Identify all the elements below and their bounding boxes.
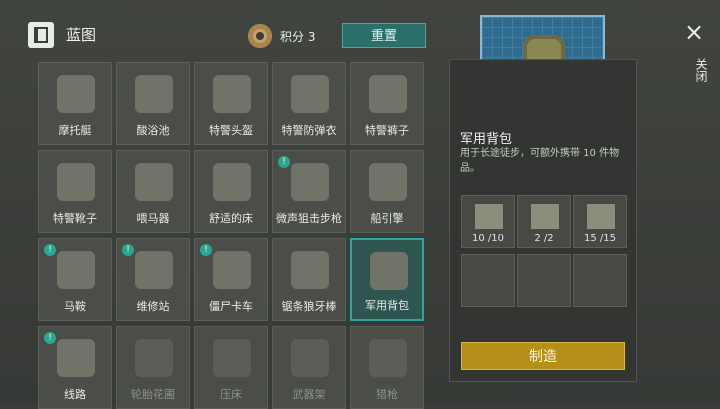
material-slot: 2 /2 (517, 195, 571, 248)
close-icon[interactable]: × (680, 18, 708, 46)
tub-icon (135, 75, 173, 113)
item-label: 锯条狼牙棒 (281, 300, 337, 313)
blueprint-item[interactable]: 轮胎花圃 (116, 326, 190, 409)
backpack-icon (370, 252, 408, 290)
points-icon (248, 24, 272, 48)
mace-icon (291, 251, 329, 289)
item-label: 猎枪 (376, 388, 398, 401)
cloth-icon (475, 204, 503, 229)
blueprint-item[interactable]: 军用背包 (350, 238, 424, 321)
blueprint-item[interactable]: 武器架 (272, 326, 346, 409)
blueprint-item[interactable]: ! 微声狙击步枪 (272, 150, 346, 233)
alert-icon: ! (122, 244, 134, 256)
blueprint-item[interactable]: 摩托艇 (38, 62, 112, 145)
item-label: 特警防弹衣 (281, 124, 337, 137)
item-label: 微声狙击步枪 (276, 212, 342, 225)
details-panel: 军用背包 用于长途徒步，可额外携带 10 件物品。 10 /10 2 /2 15 /… (449, 59, 637, 382)
planter-icon (135, 339, 173, 377)
saddle-icon (57, 251, 95, 289)
rifle-icon (291, 163, 329, 201)
material-count: 15 /15 (584, 233, 616, 244)
item-label: 特警头盔 (209, 124, 253, 137)
blueprint-item[interactable]: 特警头盔 (194, 62, 268, 145)
empty-slot (461, 254, 515, 307)
item-label: 军用背包 (365, 299, 409, 312)
boots-icon (57, 163, 95, 201)
empty-slot (517, 254, 571, 307)
blueprint-item[interactable]: ! 马鞍 (38, 238, 112, 321)
page-title: 蓝图 (66, 26, 97, 44)
craft-button[interactable]: 制造 (461, 342, 625, 370)
item-label: 线路 (64, 388, 86, 401)
pants-icon (369, 75, 407, 113)
header: 蓝图 积分 3 重置 (0, 0, 720, 62)
truck-icon (213, 251, 251, 289)
glass-icon (531, 204, 559, 229)
bed-icon (213, 163, 251, 201)
item-label: 僵尸卡车 (209, 300, 253, 313)
blueprint-item[interactable]: 压床 (194, 326, 268, 409)
alert-icon: ! (278, 156, 290, 168)
item-label: 特警裤子 (365, 124, 409, 137)
item-label: 压床 (220, 388, 242, 401)
item-label: 特警靴子 (53, 212, 97, 225)
alert-icon: ! (44, 332, 56, 344)
item-label: 摩托艇 (58, 124, 92, 137)
press-icon (213, 339, 251, 377)
blueprint-item[interactable]: 特警裤子 (350, 62, 424, 145)
material-slot: 15 /15 (573, 195, 627, 248)
alert-icon: ! (200, 244, 212, 256)
boat-icon (57, 75, 95, 113)
helmet-icon (213, 75, 251, 113)
blueprint-item[interactable]: 舒适的床 (194, 150, 268, 233)
blueprint-item[interactable]: 锯条狼牙棒 (272, 238, 346, 321)
blueprint-item[interactable]: ! 僵尸卡车 (194, 238, 268, 321)
alert-icon: ! (44, 244, 56, 256)
reset-button[interactable]: 重置 (342, 23, 426, 48)
blueprint-item[interactable]: 特警防弹衣 (272, 62, 346, 145)
blueprint-item[interactable]: 喂马器 (116, 150, 190, 233)
item-label: 马鞍 (64, 300, 86, 313)
shotgun-icon (369, 339, 407, 377)
blueprint-item[interactable]: 特警靴子 (38, 150, 112, 233)
material-slot: 10 /10 (461, 195, 515, 248)
item-label: 喂马器 (136, 212, 170, 225)
empty-slot (573, 254, 627, 307)
blueprint-grid: 摩托艇 酸浴池 特警头盔 特警防弹衣 特警裤子 特警靴子 喂马器 舒适的床! 微声狙击步枪 船引擎… (38, 62, 428, 409)
item-description: 用于长途徒步，可额外携带 10 件物品。 (460, 148, 620, 174)
item-label: 轮胎花圃 (131, 388, 175, 401)
item-label: 船引擎 (370, 212, 404, 225)
item-label: 武器架 (292, 388, 326, 401)
item-label: 酸浴池 (136, 124, 170, 137)
close-label[interactable]: 关闭 (680, 58, 708, 82)
vest-icon (291, 75, 329, 113)
blueprint-item[interactable]: ! 线路 (38, 326, 112, 409)
blueprint-item[interactable]: ! 维修站 (116, 238, 190, 321)
material-count: 2 /2 (534, 233, 554, 244)
points-display: 积分 3 (248, 24, 338, 48)
wire-icon (57, 339, 95, 377)
blueprint-item[interactable]: 酸浴池 (116, 62, 190, 145)
points-label: 积分 3 (280, 30, 316, 44)
feeder-icon (135, 163, 173, 201)
item-label: 维修站 (136, 300, 170, 313)
material-count: 10 /10 (472, 233, 504, 244)
item-name: 军用背包 (460, 132, 513, 147)
engine-icon (369, 163, 407, 201)
blueprint-item[interactable]: 船引擎 (350, 150, 424, 233)
rack-icon (291, 339, 329, 377)
rope-icon (587, 204, 615, 229)
item-label: 舒适的床 (209, 212, 253, 225)
blueprint-item[interactable]: 猎枪 (350, 326, 424, 409)
repair-icon (135, 251, 173, 289)
blueprint-icon (28, 22, 54, 48)
